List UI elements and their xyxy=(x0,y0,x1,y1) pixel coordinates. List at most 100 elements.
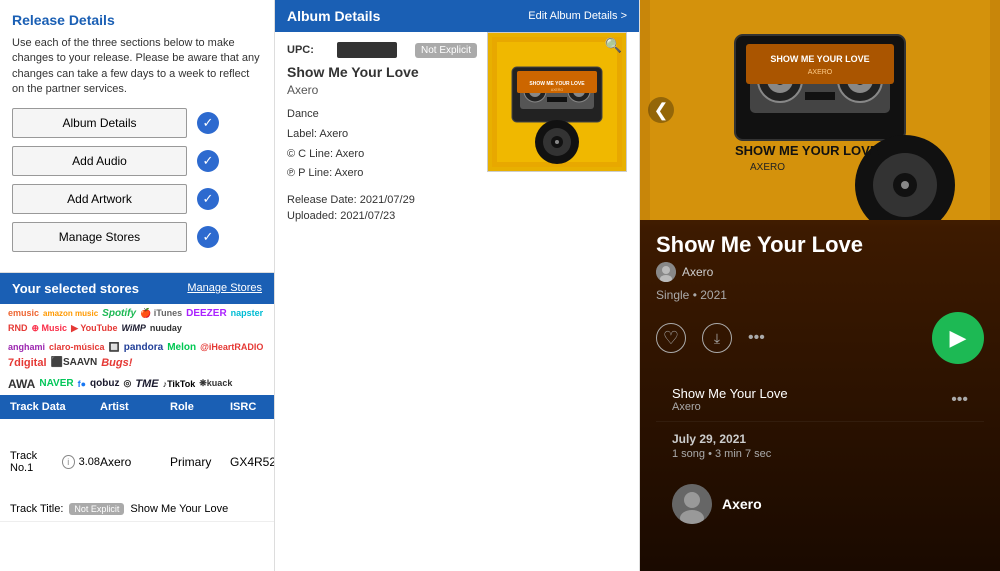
album-art-large: ❮ SHOW ME YOUR LOVE xyxy=(640,0,1000,220)
facebook-logo: f● xyxy=(78,379,86,389)
album-info-meta: 1 song • 3 min 7 sec xyxy=(672,448,968,460)
album-details-row: Album Details ✓ xyxy=(12,108,262,138)
track-list-item: Show Me Your Love Axero ••• xyxy=(656,378,984,422)
music-logo: ⊕ Music xyxy=(32,323,68,334)
album-details-title: Album Details xyxy=(287,8,380,24)
album-dates: Release Date: 2021/07/29 Uploaded: 2021/… xyxy=(287,194,627,222)
track-section: Track Data Artist Role ISRC Audio Health… xyxy=(0,395,274,571)
release-details-title: Release Details xyxy=(12,12,262,28)
back-button[interactable]: ❮ xyxy=(648,97,674,123)
album-image-wrapper: 🔍 xyxy=(487,32,627,172)
wimp-logo: WiMP xyxy=(121,323,145,333)
left-panel: Release Details Use each of the three se… xyxy=(0,0,275,571)
kuack-logo: ❋kuack xyxy=(199,378,232,389)
right-artist-avatar xyxy=(656,262,676,282)
artist-avatar-svg xyxy=(656,262,676,282)
track-row1: Track No.1 i 3.08 Axero Primary GX4R5214… xyxy=(10,425,264,499)
circle-logo: ◎ xyxy=(123,378,131,389)
svg-text:AXERO: AXERO xyxy=(750,162,785,173)
edit-album-link[interactable]: Edit Album Details > xyxy=(528,10,627,22)
right-top: ❮ SHOW ME YOUR LOVE xyxy=(640,0,1000,220)
track-header-artist: Artist xyxy=(100,401,170,413)
right-info: Show Me Your Love Axero Single • 2021 ♡ … xyxy=(640,220,1000,540)
upc-row: UPC: Not Explicit xyxy=(287,42,477,58)
track-data-row: Track No.1 i 3.08 Axero Primary GX4R5214… xyxy=(0,419,274,522)
naver-logo: NAVER xyxy=(39,378,73,389)
add-audio-row: Add Audio ✓ xyxy=(12,146,262,176)
album-title: Show Me Your Love xyxy=(287,64,477,80)
qobuz-logo: qobuz xyxy=(90,378,119,389)
track-header-data: Track Data xyxy=(10,401,100,413)
tme-logo: TME xyxy=(135,378,158,390)
svg-text:SHOW ME YOUR LOVE: SHOW ME YOUR LOVE xyxy=(735,143,879,158)
info-icon: i xyxy=(62,455,75,469)
svg-text:SHOW ME YOUR LOVE: SHOW ME YOUR LOVE xyxy=(529,81,585,87)
spotify-logo: Spotify xyxy=(102,308,136,319)
play-button[interactable]: ▶ xyxy=(932,312,984,364)
middle-panel: Album Details Edit Album Details > UPC: … xyxy=(275,0,640,571)
stores-title: Your selected stores xyxy=(12,281,139,296)
claro-logo: claro-música xyxy=(49,342,105,352)
download-button[interactable]: ⤓ xyxy=(702,323,732,353)
album-details-button[interactable]: Album Details xyxy=(12,108,187,138)
artist-name-label[interactable]: Axero xyxy=(722,496,762,512)
tiktok-logo: ♪TikTok xyxy=(163,379,196,389)
anghami-logo: anghami xyxy=(8,342,45,352)
album-art-svg: SHOW ME YOUR LOVE AXERO xyxy=(492,37,622,167)
deezer-logo: DEEZER xyxy=(186,308,227,319)
track-list-name: Show Me Your Love xyxy=(672,386,788,401)
right-artist-name[interactable]: Axero xyxy=(682,265,713,279)
right-album-title: Show Me Your Love xyxy=(656,232,984,258)
album-content: UPC: Not Explicit Show Me Your Love Axer… xyxy=(275,32,639,571)
napster-logo: napster xyxy=(231,308,264,318)
iheartradio-logo: @iHeartRADIO xyxy=(200,342,263,352)
emusic-logo: emusic xyxy=(8,308,39,318)
manage-stores-button[interactable]: Manage Stores xyxy=(12,222,187,252)
track-header: Track Data Artist Role ISRC Audio Health… xyxy=(0,395,274,419)
album-header: Album Details Edit Album Details > xyxy=(275,0,639,32)
saavn-logo: ⬛SAAVN xyxy=(51,357,98,368)
not-explicit-badge: Not Explicit xyxy=(69,503,124,515)
nuuday-logo: nuuday xyxy=(150,323,182,333)
artist-row: Axero xyxy=(656,480,984,528)
itunes-logo: 🍎 iTunes xyxy=(140,308,182,319)
right-panel: ❮ SHOW ME YOUR LOVE xyxy=(640,0,1000,571)
stores-logos-row2: anghami claro-música 🔲 pandora Melon @iH… xyxy=(0,338,274,373)
album-text-info: UPC: Not Explicit Show Me Your Love Axer… xyxy=(287,42,477,184)
track-header-role: Role xyxy=(170,401,230,413)
track-title-label: Track Title: xyxy=(10,503,63,515)
heart-button[interactable]: ♡ xyxy=(656,323,686,353)
svg-text:AXERO: AXERO xyxy=(808,69,833,76)
not-explicit-album-badge: Not Explicit xyxy=(415,43,477,58)
more-button[interactable]: ••• xyxy=(748,329,765,347)
release-details-description: Use each of the three sections below to … xyxy=(12,36,262,98)
add-artwork-button[interactable]: Add Artwork xyxy=(12,184,187,214)
stores-header: Your selected stores Manage Stores xyxy=(12,281,262,296)
album-details-check: ✓ xyxy=(197,112,219,134)
stores-section: Your selected stores Manage Stores xyxy=(0,273,274,304)
zoom-icon[interactable]: 🔍 xyxy=(605,37,622,54)
track-title-value: Show Me Your Love xyxy=(130,503,228,515)
stores-logos-row1: emusic amazon music Spotify 🍎 iTunes DEE… xyxy=(0,304,274,338)
track-duration: 3.08 xyxy=(79,456,100,468)
manage-stores-link[interactable]: Manage Stores xyxy=(187,282,262,294)
awa-logo: AWA xyxy=(8,377,35,391)
add-audio-check: ✓ xyxy=(197,150,219,172)
right-controls: ♡ ⤓ ••• ▶ xyxy=(656,312,984,364)
manage-stores-row: Manage Stores ✓ xyxy=(12,222,262,252)
rnd-logo: RND xyxy=(8,323,28,333)
right-artist-row: Axero xyxy=(656,262,984,282)
pandora-logo: pandora xyxy=(124,342,163,353)
amazon-logo: amazon music xyxy=(43,309,98,318)
blk-logo: 🔲 xyxy=(109,342,120,353)
track-header-isrc: ISRC xyxy=(230,401,274,413)
artist-thumbnail xyxy=(672,484,712,524)
youtube-logo: ▶ YouTube xyxy=(71,323,117,334)
add-audio-button[interactable]: Add Audio xyxy=(12,146,187,176)
manage-stores-check: ✓ xyxy=(197,226,219,248)
album-meta: Dance Label: Axero © C Line: Axero ℗ P L… xyxy=(287,105,477,184)
track-isrc: GX4R52144205 xyxy=(230,455,274,469)
track-list-more-icon[interactable]: ••• xyxy=(951,391,968,409)
melon-logo: Melon xyxy=(167,342,196,353)
svg-text:SHOW ME YOUR LOVE: SHOW ME YOUR LOVE xyxy=(770,54,869,64)
